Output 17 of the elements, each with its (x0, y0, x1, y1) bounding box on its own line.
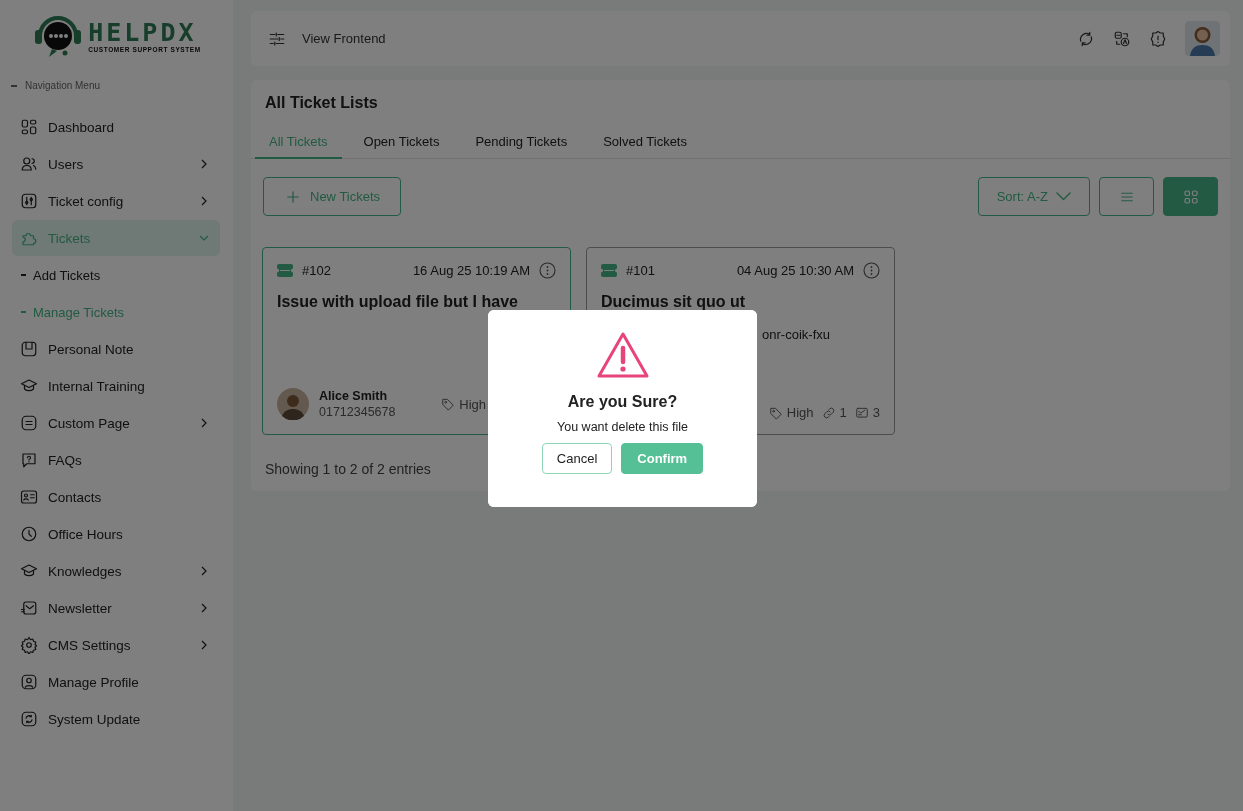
entries-summary: Showing 1 to 2 of 2 entries (265, 461, 432, 477)
ticket-number: #102 (302, 263, 331, 278)
ticket-date: 04 Aug 25 10:30 AM (735, 263, 854, 278)
priority-label: High (786, 405, 814, 420)
nav-heading: Navigation Menu (25, 80, 101, 91)
ticket-title: Ducimus sit quo ut (601, 293, 746, 311)
ticket-code: onr-coik-fxu (761, 327, 831, 343)
link-count: 1 (839, 405, 847, 420)
customer-phone: 01712345678 (319, 405, 396, 419)
priority-label: High (459, 396, 486, 412)
ticket-date: 16 Aug 25 10:19 AM (411, 263, 530, 278)
ticket-title: Issue with upload file but I have (277, 293, 519, 311)
logo-wordmark: HELPDX (88, 19, 198, 46)
ticket-number: #101 (626, 263, 655, 278)
reply-count: 3 (872, 405, 880, 420)
customer-name: Alice Smith (319, 389, 389, 403)
panel-title: All Ticket Lists (265, 94, 379, 112)
